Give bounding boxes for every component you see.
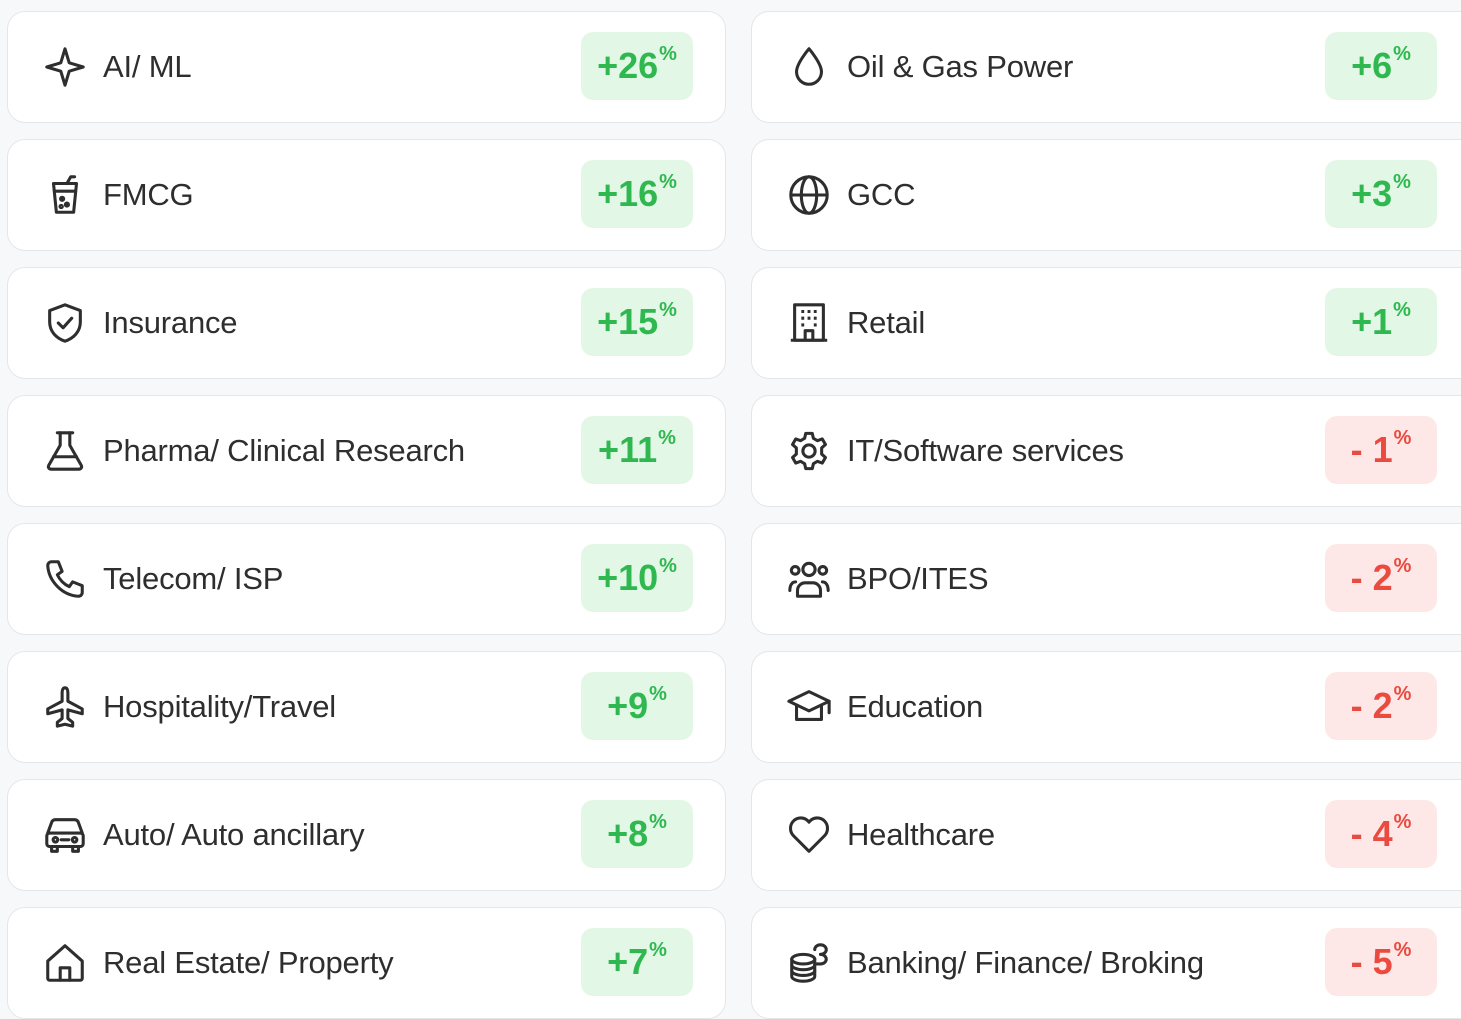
sector-card-banking[interactable]: Banking/ Finance/ Broking - 5%	[751, 907, 1461, 1019]
growth-badge: - 4%	[1325, 800, 1437, 868]
airplane-icon	[41, 683, 89, 731]
percent-sign: %	[1393, 170, 1411, 193]
percent-sign: %	[1393, 426, 1412, 449]
sector-card-oil-gas[interactable]: Oil & Gas Power +6%	[751, 11, 1461, 123]
percent-sign: %	[649, 938, 667, 961]
growth-badge: +1%	[1325, 288, 1437, 356]
growth-value: +11	[598, 429, 658, 470]
growth-badge: +26%	[581, 32, 693, 100]
sector-card-healthcare[interactable]: Healthcare - 4%	[751, 779, 1461, 891]
phone-icon	[41, 555, 89, 603]
droplet-icon	[785, 43, 833, 91]
sector-growth-grid: AI/ ML +26% FMCG +16% Insurance +15% Pha…	[0, 0, 1461, 1019]
growth-badge: +8%	[581, 800, 693, 868]
coins-icon	[785, 939, 833, 987]
sector-card-real-estate[interactable]: Real Estate/ Property +7%	[7, 907, 726, 1019]
growth-badge: - 1%	[1325, 416, 1437, 484]
shield-check-icon	[41, 299, 89, 347]
percent-sign: %	[659, 170, 677, 193]
growth-value: +3	[1351, 173, 1393, 214]
percent-sign: %	[1393, 938, 1412, 961]
percent-sign: %	[658, 426, 676, 449]
sector-card-insurance[interactable]: Insurance +15%	[7, 267, 726, 379]
sector-card-ai-ml[interactable]: AI/ ML +26%	[7, 11, 726, 123]
growth-badge: +11%	[581, 416, 693, 484]
sector-card-bpo[interactable]: BPO/ITES - 2%	[751, 523, 1461, 635]
flask-icon	[41, 427, 89, 475]
growth-value: +26	[597, 45, 659, 86]
growth-value: +8	[607, 813, 649, 854]
users-icon	[785, 555, 833, 603]
drink-cup-icon	[41, 171, 89, 219]
sector-card-pharma[interactable]: Pharma/ Clinical Research +11%	[7, 395, 726, 507]
growth-value: +9	[607, 685, 649, 726]
growth-badge: +7%	[581, 928, 693, 996]
growth-value: +16	[597, 173, 659, 214]
percent-sign: %	[649, 810, 667, 833]
growth-value: +7	[607, 941, 649, 982]
sector-card-gcc[interactable]: GCC +3%	[751, 139, 1461, 251]
percent-sign: %	[1393, 42, 1411, 65]
car-icon	[41, 811, 89, 859]
growth-badge: - 2%	[1325, 672, 1437, 740]
growth-value: - 4	[1350, 813, 1393, 854]
percent-sign: %	[659, 42, 677, 65]
sector-card-retail[interactable]: Retail +1%	[751, 267, 1461, 379]
growth-badge: +6%	[1325, 32, 1437, 100]
sector-card-fmcg[interactable]: FMCG +16%	[7, 139, 726, 251]
graduation-cap-icon	[785, 683, 833, 731]
sector-card-hospitality[interactable]: Hospitality/Travel +9%	[7, 651, 726, 763]
sector-card-auto[interactable]: Auto/ Auto ancillary +8%	[7, 779, 726, 891]
growth-value: - 1	[1350, 429, 1393, 470]
growth-badge: +15%	[581, 288, 693, 356]
percent-sign: %	[659, 298, 677, 321]
growth-value: - 2	[1350, 557, 1393, 598]
growth-value: +6	[1351, 45, 1393, 86]
building-icon	[785, 299, 833, 347]
growth-badge: +16%	[581, 160, 693, 228]
percent-sign: %	[1393, 682, 1412, 705]
growth-value: - 5	[1350, 941, 1393, 982]
percent-sign: %	[1393, 810, 1412, 833]
percent-sign: %	[659, 554, 677, 577]
sector-card-it-software[interactable]: IT/Software services - 1%	[751, 395, 1461, 507]
growth-badge: +9%	[581, 672, 693, 740]
growth-badge: +3%	[1325, 160, 1437, 228]
growth-value: +1	[1351, 301, 1393, 342]
heart-icon	[785, 811, 833, 859]
growth-value: - 2	[1350, 685, 1393, 726]
growth-badge: +10%	[581, 544, 693, 612]
sparkle-icon	[41, 43, 89, 91]
sector-card-education[interactable]: Education - 2%	[751, 651, 1461, 763]
growth-value: +10	[597, 557, 659, 598]
percent-sign: %	[649, 682, 667, 705]
percent-sign: %	[1393, 298, 1411, 321]
sector-card-telecom[interactable]: Telecom/ ISP +10%	[7, 523, 726, 635]
growth-badge: - 5%	[1325, 928, 1437, 996]
gear-icon	[785, 427, 833, 475]
growth-value: +15	[597, 301, 659, 342]
growth-badge: - 2%	[1325, 544, 1437, 612]
house-icon	[41, 939, 89, 987]
percent-sign: %	[1393, 554, 1412, 577]
globe-icon	[785, 171, 833, 219]
